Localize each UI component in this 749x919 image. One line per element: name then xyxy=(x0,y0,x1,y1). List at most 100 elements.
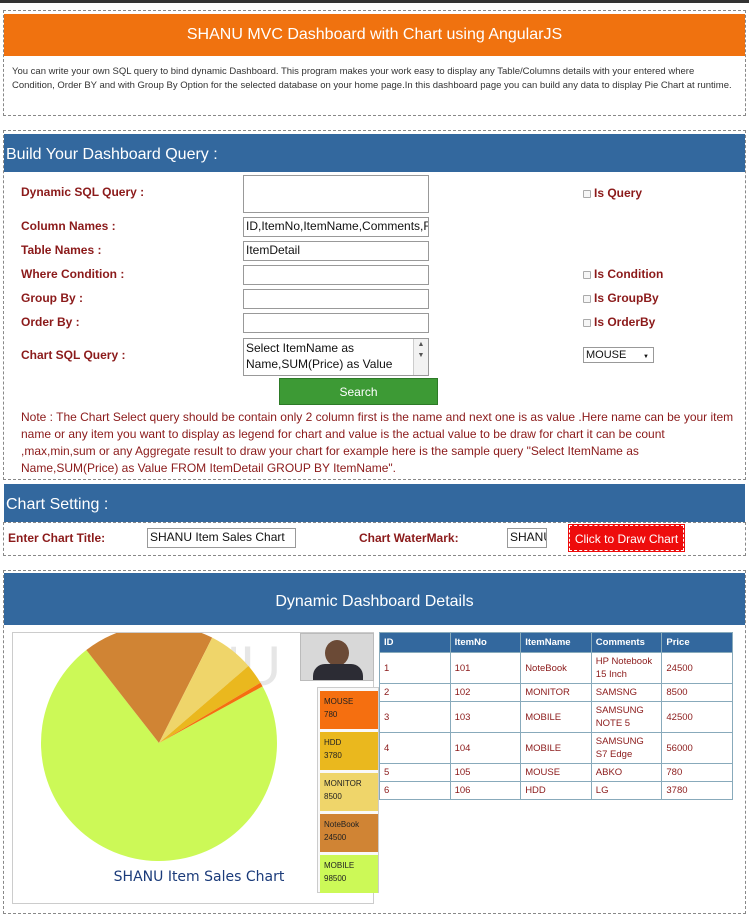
table-names-label: Table Names : xyxy=(21,243,102,257)
is-groupby-checkbox[interactable] xyxy=(583,295,591,303)
table-cell: ABKO xyxy=(590,763,663,782)
table-cell: 8500 xyxy=(661,683,733,702)
legend-name: MONITOR xyxy=(324,779,362,788)
table-names-input[interactable]: ItemDetail xyxy=(243,241,429,261)
dynamic-sql-textarea[interactable] xyxy=(243,175,429,213)
table-cell: 2 xyxy=(379,683,451,702)
legend-value: 3780 xyxy=(324,751,342,760)
is-condition-label: Is Condition xyxy=(594,267,664,281)
chart-item-select[interactable]: MOUSE ▼ xyxy=(583,347,654,363)
chart-query-note: Note : The Chart Select query should be … xyxy=(21,410,734,475)
table-cell: MOUSE xyxy=(520,763,592,782)
table-cell: SAMSNG xyxy=(590,683,663,702)
table-cell: 42500 xyxy=(661,701,733,733)
avatar xyxy=(300,633,374,681)
textarea-scrollbar[interactable]: ▲ ▼ xyxy=(413,339,428,375)
chart-title-input[interactable]: SHANU Item Sales Chart xyxy=(147,528,296,548)
query-heading: Build Your Dashboard Query : xyxy=(4,134,745,172)
dynamic-sql-label: Dynamic SQL Query : xyxy=(21,185,145,199)
legend-item: MOBILE 98500 xyxy=(320,855,378,893)
table-cell: 3780 xyxy=(661,781,733,800)
top-border xyxy=(0,0,749,3)
legend-value: 24500 xyxy=(324,833,347,842)
table-cell: 101 xyxy=(449,652,522,684)
table-cell: 5 xyxy=(379,763,451,782)
legend-item: MONITOR 8500 xyxy=(320,773,378,811)
table-cell: 106 xyxy=(449,781,522,800)
is-orderby-label: Is OrderBy xyxy=(594,315,656,329)
column-header: ItemName xyxy=(520,632,592,653)
table-cell: 102 xyxy=(449,683,522,702)
table-cell: 780 xyxy=(661,763,733,782)
table-row: 6 106 HDD LG 3780 xyxy=(379,781,733,800)
table-cell: 56000 xyxy=(661,732,733,764)
details-table: ID ItemNo ItemName Comments Price 1 101 NoteBo… xyxy=(379,632,733,800)
is-condition-checkbox[interactable] xyxy=(583,271,591,279)
table-cell: 6 xyxy=(379,781,451,800)
table-cell: 4 xyxy=(379,732,451,764)
table-row: 2 102 MONITOR SAMSNG 8500 xyxy=(379,683,733,702)
legend-value: 98500 xyxy=(324,874,347,883)
table-cell: 24500 xyxy=(661,652,733,684)
legend-item: MOUSE 780 xyxy=(320,691,378,729)
table-cell: SAMSUNG NOTE 5 xyxy=(590,701,663,733)
legend-value: 780 xyxy=(324,710,338,719)
is-query-checkbox[interactable] xyxy=(583,190,591,198)
table-cell: HDD xyxy=(520,781,592,800)
details-heading: Dynamic Dashboard Details xyxy=(4,573,745,625)
table-row: 5 105 MOUSE ABKO 780 xyxy=(379,763,733,782)
legend-name: MOUSE xyxy=(324,697,354,706)
chart-item-select-value: MOUSE xyxy=(586,349,627,361)
intro-text: You can write your own SQL query to bind… xyxy=(12,66,732,91)
table-cell: 103 xyxy=(449,701,522,733)
chart-watermark-label: Chart WaterMark: xyxy=(359,531,459,545)
table-cell: NoteBook xyxy=(520,652,592,684)
table-cell: LG xyxy=(590,781,663,800)
legend-item: NoteBook 24500 xyxy=(320,814,378,852)
table-cell: MOBILE xyxy=(520,701,592,733)
chart-sql-label: Chart SQL Query : xyxy=(21,348,126,362)
table-cell: MOBILE xyxy=(520,732,592,764)
is-orderby-checkbox[interactable] xyxy=(583,319,591,327)
where-condition-label: Where Condition : xyxy=(21,267,125,281)
table-row: 3 103 MOBILE SAMSUNG NOTE 5 42500 xyxy=(379,701,733,733)
table-cell: SAMSUNG S7 Edge xyxy=(590,732,663,764)
table-cell: 3 xyxy=(379,701,451,733)
group-by-input[interactable] xyxy=(243,289,429,309)
page-title: SHANU MVC Dashboard with Chart using Ang… xyxy=(4,14,745,56)
column-header: Comments xyxy=(590,632,663,653)
column-header: ID xyxy=(379,632,451,653)
table-cell: MONITOR xyxy=(520,683,592,702)
legend-item: HDD 3780 xyxy=(320,732,378,770)
search-button[interactable]: Search xyxy=(279,378,438,405)
draw-chart-button[interactable]: Click to Draw Chart xyxy=(568,524,685,552)
legend-name: HDD xyxy=(324,738,342,747)
table-row: 4 104 MOBILE SAMSUNG S7 Edge 56000 xyxy=(379,732,733,764)
group-by-label: Group By : xyxy=(21,291,83,305)
table-cell: 104 xyxy=(449,732,522,764)
table-cell: 1 xyxy=(379,652,451,684)
is-query-label: Is Query xyxy=(594,186,643,200)
column-names-input[interactable]: ID,ItemNo,ItemName,Comments,F xyxy=(243,217,429,237)
order-by-input[interactable] xyxy=(243,313,429,333)
chart-watermark-input[interactable]: SHANU xyxy=(507,528,547,548)
where-condition-input[interactable] xyxy=(243,265,429,285)
chart-sql-textarea[interactable]: Select ItemName as Name,SUM(Price) as Va… xyxy=(243,338,429,376)
chart-legend: MOUSE 780 HDD 3780 MONITOR 8500 NoteBook 24500 M… xyxy=(317,687,379,893)
column-header: ItemNo xyxy=(449,632,522,653)
order-by-label: Order By : xyxy=(21,315,80,329)
is-groupby-label: Is GroupBy xyxy=(594,291,659,305)
pie-chart-panel: SHANU SHANU Item Sales Chart MOUSE780HDD… xyxy=(12,632,379,904)
chart-title: SHANU Item Sales Chart xyxy=(114,869,285,885)
table-cell: HP Notebook 15 Inch xyxy=(590,652,663,684)
table-cell: 105 xyxy=(449,763,522,782)
chevron-down-icon: ▼ xyxy=(643,354,649,360)
chart-setting-heading: Chart Setting : xyxy=(4,484,745,522)
legend-value: 8500 xyxy=(324,792,342,801)
column-header: Price xyxy=(661,632,733,653)
legend-name: MOBILE xyxy=(324,861,355,870)
table-row: 1 101 NoteBook HP Notebook 15 Inch 24500 xyxy=(379,652,733,684)
legend-name: NoteBook xyxy=(324,820,360,829)
column-names-label: Column Names : xyxy=(21,219,116,233)
chart-title-label: Enter Chart Title: xyxy=(8,531,106,545)
